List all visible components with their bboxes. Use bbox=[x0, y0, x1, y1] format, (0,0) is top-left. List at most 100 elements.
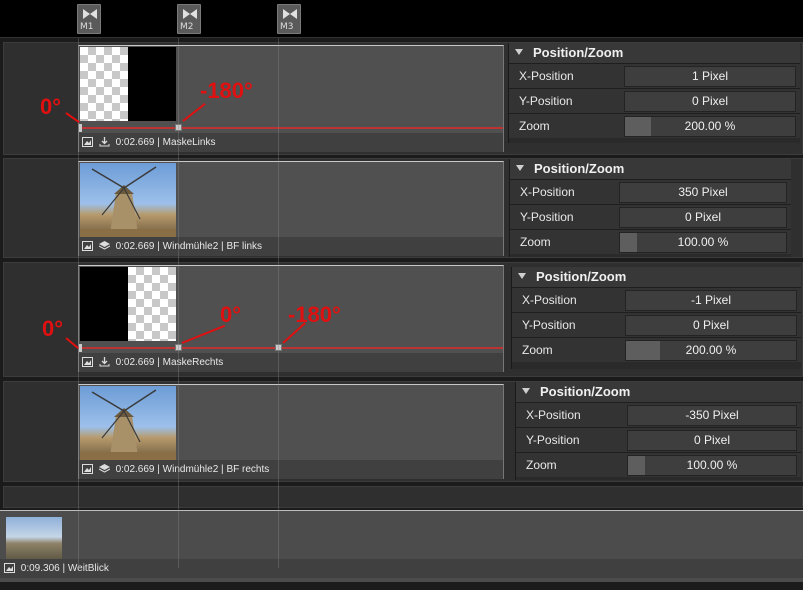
zoom-slider[interactable]: 200.00 % bbox=[624, 116, 796, 137]
marker-m2[interactable]: M2 bbox=[177, 4, 201, 34]
zoom-slider[interactable]: 100.00 % bbox=[619, 232, 787, 253]
y-position-value[interactable]: 0 Pixel bbox=[619, 207, 787, 228]
image-icon bbox=[82, 464, 93, 475]
clip-windmuehle-links[interactable]: 0:02.669 | Windmühle2 | BF links bbox=[78, 161, 504, 256]
keyframe-start[interactable] bbox=[79, 344, 82, 352]
position-zoom-panel: Position/Zoom X-Position -350 Pixel Y-Po… bbox=[515, 382, 801, 480]
clip-duration: 0:02.669 bbox=[115, 241, 155, 252]
marker-guide-m2 bbox=[178, 38, 179, 568]
collapse-triangle-icon[interactable] bbox=[518, 273, 526, 279]
empty-track bbox=[3, 486, 803, 508]
collapse-triangle-icon[interactable] bbox=[522, 388, 530, 394]
x-position-value[interactable]: 1 Pixel bbox=[624, 66, 796, 87]
track-windmuehle-rechts: 0:02.669 | Windmühle2 | BF rechts Positi… bbox=[3, 381, 803, 482]
clip-windmuehle-rechts[interactable]: 0:02.669 | Windmühle2 | BF rechts bbox=[78, 384, 504, 479]
marker-icon bbox=[83, 9, 97, 19]
panel-header[interactable]: Position/Zoom bbox=[516, 382, 801, 402]
zoom-value: 200.00 % bbox=[685, 343, 737, 357]
panel-title: Position/Zoom bbox=[536, 269, 627, 284]
separator: | bbox=[221, 464, 224, 475]
zoom-fill bbox=[628, 456, 645, 475]
y-position-label: Y-Position bbox=[522, 318, 576, 332]
y-position-value[interactable]: 0 Pixel bbox=[625, 315, 797, 336]
zoom-fill bbox=[625, 117, 651, 136]
marker-bar: M1 M2 M3 bbox=[0, 0, 803, 38]
track-windmuehle-links: 0:02.669 | Windmühle2 | BF links Positio… bbox=[3, 158, 803, 258]
clip-thumbnail bbox=[80, 386, 176, 460]
track-maske-rechts: 0:02.669 | MaskeRechts Position/Zoom X-P… bbox=[3, 262, 803, 377]
clip-duration: 0:09.306 bbox=[20, 563, 60, 574]
clip-name: MaskeLinks bbox=[162, 137, 216, 148]
y-position-row: Y-Position 0 Pixel bbox=[509, 88, 800, 113]
zoom-label: Zoom bbox=[526, 458, 557, 472]
annotation-angle: 0° bbox=[42, 316, 64, 341]
separator: | bbox=[221, 241, 224, 252]
y-position-value[interactable]: 0 Pixel bbox=[627, 430, 797, 451]
zoom-row: Zoom 200.00 % bbox=[509, 113, 800, 138]
clip-duration: 0:02.669 bbox=[115, 464, 155, 475]
y-position-row: Y-Position 0 Pixel bbox=[510, 204, 791, 229]
x-position-row: X-Position 350 Pixel bbox=[510, 179, 791, 204]
image-icon bbox=[82, 357, 93, 368]
x-position-row: X-Position -1 Pixel bbox=[512, 287, 801, 312]
clip-info-bar: 0:02.669 | MaskeRechts bbox=[79, 353, 503, 372]
keyframe-line bbox=[79, 127, 503, 129]
y-position-label: Y-Position bbox=[526, 433, 580, 447]
marker-label: M2 bbox=[180, 22, 194, 32]
x-position-value[interactable]: 350 Pixel bbox=[619, 182, 787, 203]
y-position-row: Y-Position 0 Pixel bbox=[512, 312, 801, 337]
clip-weitblick[interactable]: 0:09.306 | WeitBlick bbox=[0, 510, 803, 582]
zoom-label: Zoom bbox=[520, 235, 551, 249]
download-icon bbox=[99, 357, 110, 367]
panel-header[interactable]: Position/Zoom bbox=[509, 43, 800, 63]
y-position-label: Y-Position bbox=[520, 210, 574, 224]
marker-guide-m3 bbox=[278, 38, 279, 568]
marker-label: M3 bbox=[280, 22, 294, 32]
keyframe-line bbox=[79, 347, 503, 349]
annotation-angle: -180° bbox=[200, 78, 253, 103]
zoom-label: Zoom bbox=[522, 343, 553, 357]
image-icon bbox=[82, 137, 93, 148]
clip-info-bar: 0:02.669 | Windmühle2 | BF links bbox=[79, 237, 503, 256]
x-position-value[interactable]: -1 Pixel bbox=[625, 290, 797, 311]
x-position-row: X-Position 1 Pixel bbox=[509, 63, 800, 88]
y-position-value[interactable]: 0 Pixel bbox=[624, 91, 796, 112]
zoom-slider[interactable]: 100.00 % bbox=[627, 455, 797, 476]
layers-icon bbox=[98, 241, 110, 250]
clip-duration: 0:02.669 bbox=[115, 357, 155, 368]
position-zoom-panel: Position/Zoom X-Position 1 Pixel Y-Posit… bbox=[508, 43, 800, 143]
collapse-triangle-icon[interactable] bbox=[516, 165, 524, 171]
x-position-label: X-Position bbox=[520, 185, 575, 199]
zoom-fill bbox=[626, 341, 660, 360]
windmill-image bbox=[80, 166, 176, 237]
clip-name: Windmühle2 bbox=[162, 241, 219, 252]
zoom-row: Zoom 100.00 % bbox=[510, 229, 791, 254]
panel-header[interactable]: Position/Zoom bbox=[510, 159, 791, 179]
panel-title: Position/Zoom bbox=[533, 45, 624, 60]
windmill-image bbox=[80, 389, 176, 460]
track-maske-links: 0:02.669 | MaskeLinks Position/Zoom X-Po… bbox=[3, 42, 803, 155]
x-position-value[interactable]: -350 Pixel bbox=[627, 405, 797, 426]
panel-title: Position/Zoom bbox=[534, 161, 625, 176]
image-icon bbox=[4, 563, 15, 574]
keyframe-start[interactable] bbox=[79, 124, 82, 132]
zoom-row: Zoom 100.00 % bbox=[516, 452, 801, 477]
clip-info-bar: 0:09.306 | WeitBlick bbox=[0, 559, 803, 578]
marker-guide-m1 bbox=[78, 38, 79, 568]
zoom-fill bbox=[620, 233, 637, 252]
annotation-angle: -180° bbox=[288, 302, 341, 327]
clip-duration: 0:02.669 bbox=[115, 137, 155, 148]
clip-subname: BF links bbox=[226, 241, 262, 252]
clip-name: MaskeRechts bbox=[162, 357, 224, 368]
marker-label: M1 bbox=[80, 22, 94, 32]
marker-m3[interactable]: M3 bbox=[277, 4, 301, 34]
x-position-label: X-Position bbox=[519, 69, 574, 83]
zoom-value: 100.00 % bbox=[686, 458, 738, 472]
zoom-slider[interactable]: 200.00 % bbox=[625, 340, 797, 361]
marker-m1[interactable]: M1 bbox=[77, 4, 101, 34]
clip-thumbnail bbox=[80, 47, 176, 121]
position-zoom-panel: Position/Zoom X-Position 350 Pixel Y-Pos… bbox=[509, 159, 791, 257]
panel-header[interactable]: Position/Zoom bbox=[512, 267, 801, 287]
collapse-triangle-icon[interactable] bbox=[515, 49, 523, 55]
clip-maske-links[interactable]: 0:02.669 | MaskeLinks bbox=[78, 45, 504, 152]
